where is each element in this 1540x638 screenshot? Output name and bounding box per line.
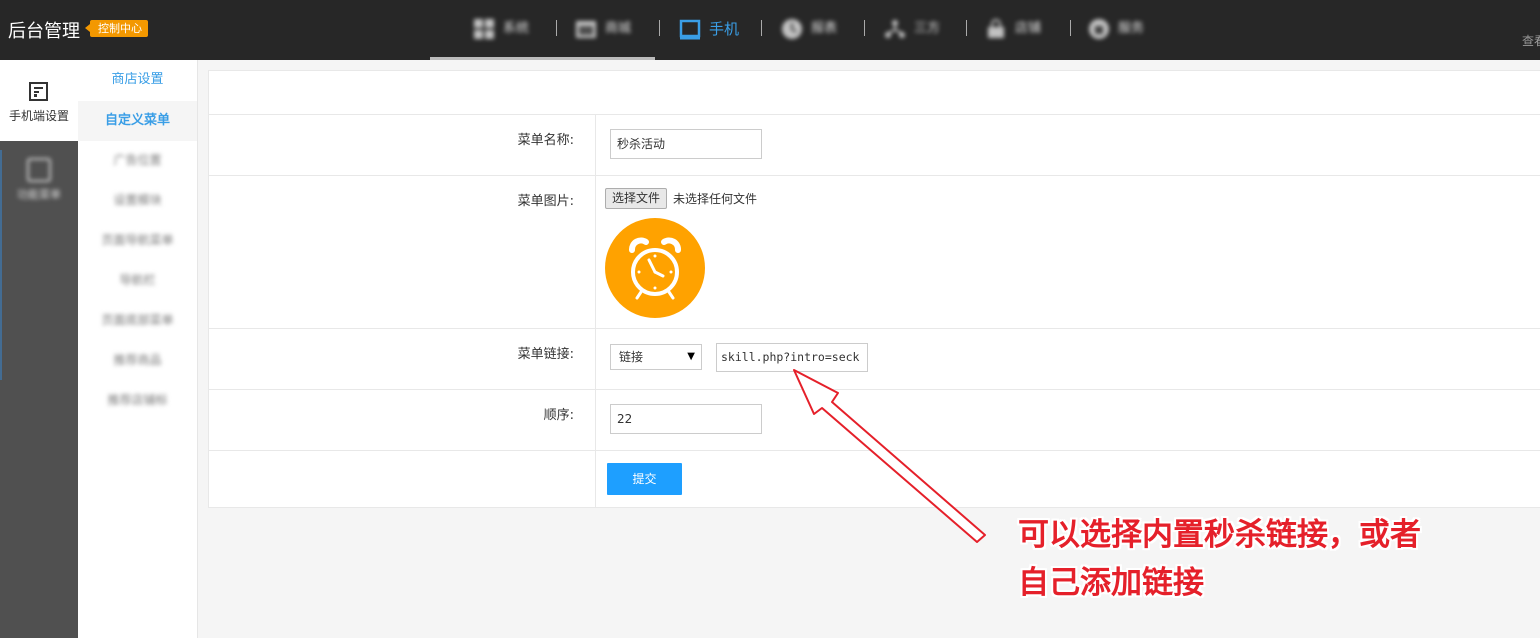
menu-name-label: 菜单名称:	[517, 133, 574, 148]
nav-mobile[interactable]: 手机	[679, 17, 739, 41]
submenu-item[interactable]: 页面导航菜单	[78, 220, 197, 260]
nav-divider	[864, 20, 865, 36]
top-bar: 后台管理 控制中心 系统 商城 手机 报表 三方 店铺 服务 查看	[0, 0, 1540, 60]
sidebar-item-label: 功能菜单	[17, 188, 61, 201]
file-status-text: 未选择任何文件	[673, 192, 758, 206]
order-label: 顺序:	[543, 408, 574, 423]
secondary-sidebar: 商店设置 自定义菜单 广告位置 设置模块 页面导航菜单 导航栏 页面底部菜单 推…	[78, 60, 198, 638]
link-type-select[interactable]: 链接 ▼	[610, 344, 702, 370]
nav-store-label: 商城	[605, 21, 632, 36]
nav-divider	[966, 20, 967, 36]
nav-divider	[761, 20, 762, 36]
menu-name-row: 菜单名称: 秒杀活动	[209, 115, 1540, 176]
choose-file-button[interactable]: 选择文件	[605, 188, 668, 209]
order-input[interactable]: 22	[610, 404, 762, 434]
nav-shop-label: 店铺	[1015, 21, 1042, 36]
annotation-line-1: 可以选择内置秒杀链接，或者	[1018, 517, 1421, 553]
menu-image-label: 菜单图片:	[517, 194, 574, 209]
nav-service[interactable]: 服务	[1088, 17, 1144, 41]
service-icon	[1089, 18, 1109, 39]
submenu-item[interactable]: 设置模块	[78, 180, 197, 220]
menu-icon	[27, 158, 51, 182]
shop-icon	[988, 18, 1004, 38]
annotation-arrow	[793, 369, 986, 543]
clock-icon	[782, 18, 802, 39]
dropdown-arrow-icon: ▼	[687, 351, 695, 362]
submenu-item[interactable]: 推荐店铺标	[78, 380, 197, 420]
annotation-line-2: 自己添加链接	[1018, 565, 1204, 601]
brand-title: 后台管理	[8, 21, 80, 42]
alarm-clock-icon	[605, 218, 705, 318]
link-type-value: 链接	[619, 350, 644, 364]
nav-report-label: 报表	[811, 21, 838, 36]
sidebar-item-label: 手机端设置	[8, 109, 69, 123]
submenu-item-custom-menu[interactable]: 自定义菜单	[78, 101, 197, 141]
submenu-item[interactable]: 广告位置	[78, 140, 197, 180]
store-icon	[576, 20, 596, 38]
nav-report[interactable]: 报表	[781, 17, 837, 41]
nav-third-party-label: 三方	[914, 21, 941, 36]
submenu-item-store-settings[interactable]: 商店设置	[78, 60, 197, 100]
panel-header	[209, 71, 1540, 115]
nav-shop[interactable]: 店铺	[985, 17, 1041, 41]
submenu-item[interactable]: 导航栏	[78, 260, 197, 300]
monitor-icon	[679, 19, 701, 39]
control-center-badge[interactable]: 控制中心	[85, 20, 148, 37]
submenu-item[interactable]: 页面底部菜单	[78, 300, 197, 340]
menu-image-row: 菜单图片: 选择文件 未选择任何文件	[209, 176, 1540, 329]
submit-button[interactable]: 提交	[607, 463, 682, 495]
nav-divider	[659, 20, 660, 36]
network-icon	[885, 19, 905, 38]
sidebar-item-mobile-settings[interactable]: 手机端设置	[0, 60, 78, 141]
nav-system-label: 系统	[503, 21, 530, 36]
nav-mobile-label: 手机	[709, 20, 740, 38]
nav-divider	[556, 20, 557, 36]
nav-service-label: 服务	[1118, 21, 1145, 36]
nav-store[interactable]: 商城	[575, 17, 631, 41]
sidebar-item-function-menu[interactable]: 功能菜单	[0, 150, 78, 210]
menu-link-label: 菜单链接:	[517, 347, 574, 362]
submenu-item[interactable]: 推荐商品	[78, 340, 197, 380]
view-link[interactable]: 查看	[1522, 32, 1540, 49]
nav-divider	[1070, 20, 1071, 36]
menu-name-input[interactable]: 秒杀活动	[610, 129, 762, 159]
form-icon	[29, 82, 48, 101]
annotation-text: 可以选择内置秒杀链接，或者 自己添加链接	[1018, 511, 1421, 607]
nav-system[interactable]: 系统	[473, 17, 529, 41]
primary-sidebar	[0, 60, 78, 638]
grid-icon	[474, 18, 494, 39]
nav-active-indicator	[430, 57, 655, 60]
nav-third-party[interactable]: 三方	[884, 17, 940, 41]
